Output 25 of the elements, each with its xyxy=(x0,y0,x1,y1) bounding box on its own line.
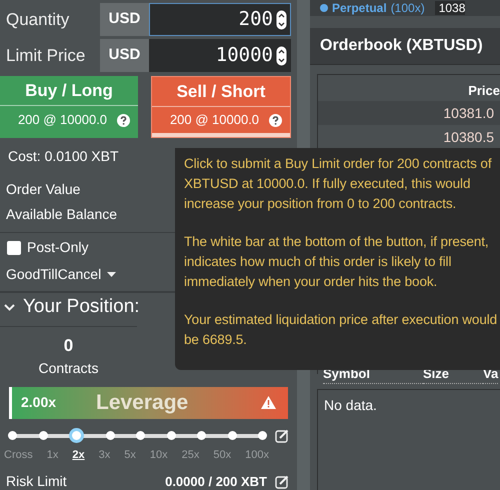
tooltip-text: The white bar at the bottom of the button, if present, indicates how much of this order is likely to fill immediately when your order hits the book. xyxy=(184,233,490,291)
risk-limit-value: 0.0000 / 200 XBT xyxy=(165,472,267,490)
contracts-label: Contracts xyxy=(38,359,98,378)
column-header: Price xyxy=(468,82,500,100)
risk-limit-label: Risk Limit xyxy=(6,472,68,490)
price-cell-text: 10380.5 xyxy=(443,128,494,146)
contracts-count: 0 xyxy=(64,334,74,356)
contract-leverage: (100x) xyxy=(390,1,425,15)
tooltip-text: Click to submit a Buy Limit order for 200 contracts of XBTUSD at 10000.0. If fully executed, this would increase your position from 0 to 200 contracts. xyxy=(184,155,493,213)
last-price: 1038 xyxy=(434,1,466,15)
field-label: Limit Price xyxy=(5,44,86,67)
order-value-label: Order Value xyxy=(6,180,80,199)
panel-title: Orderbook (XBTUSD) xyxy=(320,36,483,56)
section-title: Your Position: xyxy=(23,295,140,319)
cost-text: Cost: 0.0100 XBT xyxy=(8,147,119,166)
empty-message: No data. xyxy=(324,397,377,413)
contract-name: Perpetual xyxy=(332,1,387,15)
unit-label: USD xyxy=(100,39,149,72)
unit-label: USD xyxy=(100,3,149,36)
price-cell-text: 10381.0 xyxy=(443,104,494,122)
leverage-bar: 2.00x Leverage xyxy=(9,387,288,418)
field-label: Quantity xyxy=(5,8,70,31)
available-balance-label: Available Balance xyxy=(6,205,118,224)
tooltip-text: Your estimated liquidation price after execution would be 6689.5. xyxy=(184,311,498,349)
post-only-label: Post-Only xyxy=(27,238,88,257)
